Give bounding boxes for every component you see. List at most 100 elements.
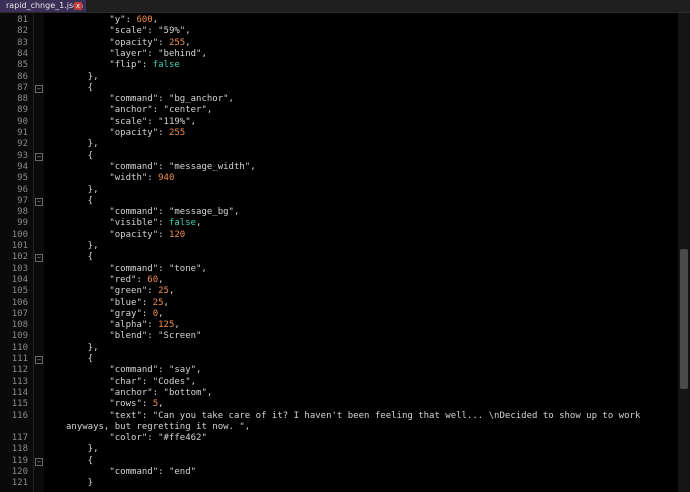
code-line: "flip": false (66, 60, 690, 71)
line-number: 115 (11, 399, 28, 410)
code-line: "visible": false, (66, 218, 690, 229)
text-token: "layer": "behind", (66, 48, 207, 59)
text-token: "opacity": (66, 229, 169, 240)
text-token: "anchor": "center", (66, 105, 213, 116)
text-token: { (66, 82, 94, 93)
text-token: "opacity": (66, 37, 169, 48)
text-token: "gray": (66, 308, 153, 319)
code-line: "rows": 5, (66, 399, 690, 410)
line-number: 121 (11, 478, 28, 489)
code-line: "char": "Codes", (66, 377, 690, 388)
code-line: }, (66, 185, 690, 196)
tab-rapid-chnge-1[interactable]: rapid_chnge_1.json x (0, 0, 86, 12)
code-line: anyways, but regretting it now. ", (66, 422, 690, 433)
number-token: 25 (152, 297, 164, 308)
text-token: , (168, 286, 175, 297)
text-token: "blend": "Screen" (66, 331, 202, 342)
line-number: 88 (17, 94, 28, 105)
code-line: "command": "bg_anchor", (66, 94, 690, 105)
close-icon[interactable]: x (74, 2, 82, 10)
fold-toggle-icon[interactable]: − (35, 197, 43, 206)
text-token: , (158, 308, 164, 319)
line-number: 119 (11, 455, 28, 466)
text-token: { (66, 354, 94, 364)
text-token: "command": "say", (66, 365, 202, 376)
text-token: "blue": (66, 297, 153, 308)
line-number: 93 (17, 150, 28, 161)
text-token: "command": "message_width", (66, 161, 256, 172)
code-line: { (66, 456, 690, 467)
text-token: }, (66, 184, 99, 195)
line-number: 112 (11, 365, 28, 376)
line-number: 81 (17, 15, 28, 25)
text-token: "alpha": (66, 320, 159, 331)
number-token: 120 (168, 229, 186, 240)
code-line: "blue": 25, (66, 298, 690, 309)
text-token: "char": "Codes", (66, 376, 197, 387)
line-number: 113 (11, 376, 28, 387)
text-token: , (152, 15, 159, 25)
code-line: } (66, 478, 690, 489)
code-line: "opacity": 255 (66, 128, 690, 139)
line-number: 104 (11, 274, 28, 285)
tab-bar: rapid_chnge_1.json x (0, 0, 690, 13)
code-line: "red": 60, (66, 275, 690, 286)
text-token: "command": "tone", (66, 263, 207, 274)
number-token: 255 (168, 37, 186, 48)
text-token: , (158, 399, 164, 410)
code-line: "command": "tone", (66, 264, 690, 275)
line-number: 84 (17, 48, 28, 59)
code-editor[interactable]: 81 "y": 600, 82 "scale": "59%", 83 "opacit… (0, 13, 690, 492)
tab-label: rapid_chnge_1.json (6, 1, 84, 10)
boolean-token: false (168, 218, 197, 229)
code-line: "command": "message_width", (66, 162, 690, 173)
fold-toggle-icon[interactable]: − (35, 254, 43, 263)
line-number: 117 (11, 433, 28, 444)
line-number: 92 (17, 139, 28, 150)
line-number: 118 (11, 444, 28, 455)
number-token: 125 (158, 320, 175, 331)
line-number: 82 (17, 26, 28, 37)
vertical-scrollbar[interactable] (678, 13, 690, 492)
line-number: 91 (17, 128, 28, 138)
code-line: { (66, 354, 690, 365)
fold-toggle-icon[interactable]: − (35, 457, 43, 466)
line-number: 110 (11, 342, 28, 353)
line-number: 87 (17, 82, 28, 93)
code-line: "green": 25, (66, 286, 690, 297)
text-token: }, (66, 241, 99, 251)
text-token: , (174, 320, 180, 331)
code-line: "opacity": 255, (66, 38, 690, 49)
code-line: }, (66, 72, 690, 83)
fold-toggle-icon[interactable]: − (35, 152, 43, 161)
number-token: 255 (168, 128, 186, 138)
code-line: "gray": 0, (66, 309, 690, 320)
text-token: "visible": (66, 218, 169, 229)
code-line: "width": 940 (66, 173, 690, 184)
code-line: "command": "say", (66, 365, 690, 376)
line-number: 83 (17, 37, 28, 48)
text-token: }, (66, 342, 99, 353)
text-token: }, (66, 71, 99, 82)
text-token: "anchor": "bottom", (66, 387, 213, 398)
code-line: { (66, 151, 690, 162)
text-token: "flip": (66, 60, 153, 71)
code-line: "text": "Can you take care of it? I have… (66, 411, 690, 422)
number-token: 25 (158, 286, 169, 297)
text-token: "command": "bg_anchor", (66, 94, 234, 105)
fold-toggle-icon[interactable]: − (35, 356, 43, 364)
line-number: 102 (11, 252, 28, 263)
line-number: 95 (17, 173, 28, 184)
line-number: 109 (11, 331, 28, 342)
code-line: }, (66, 241, 690, 252)
text-token: , (196, 218, 202, 229)
line-number: 103 (11, 263, 28, 274)
line-number: 107 (11, 308, 28, 319)
text-token: "command": "end" (66, 467, 197, 477)
fold-toggle-icon[interactable]: − (35, 84, 43, 93)
code-line: "blend": "Screen" (66, 331, 690, 342)
line-number: 101 (11, 241, 28, 251)
code-line: "scale": "119%", (66, 117, 690, 128)
line-number: 94 (17, 161, 28, 172)
scrollbar-thumb[interactable] (680, 249, 688, 389)
